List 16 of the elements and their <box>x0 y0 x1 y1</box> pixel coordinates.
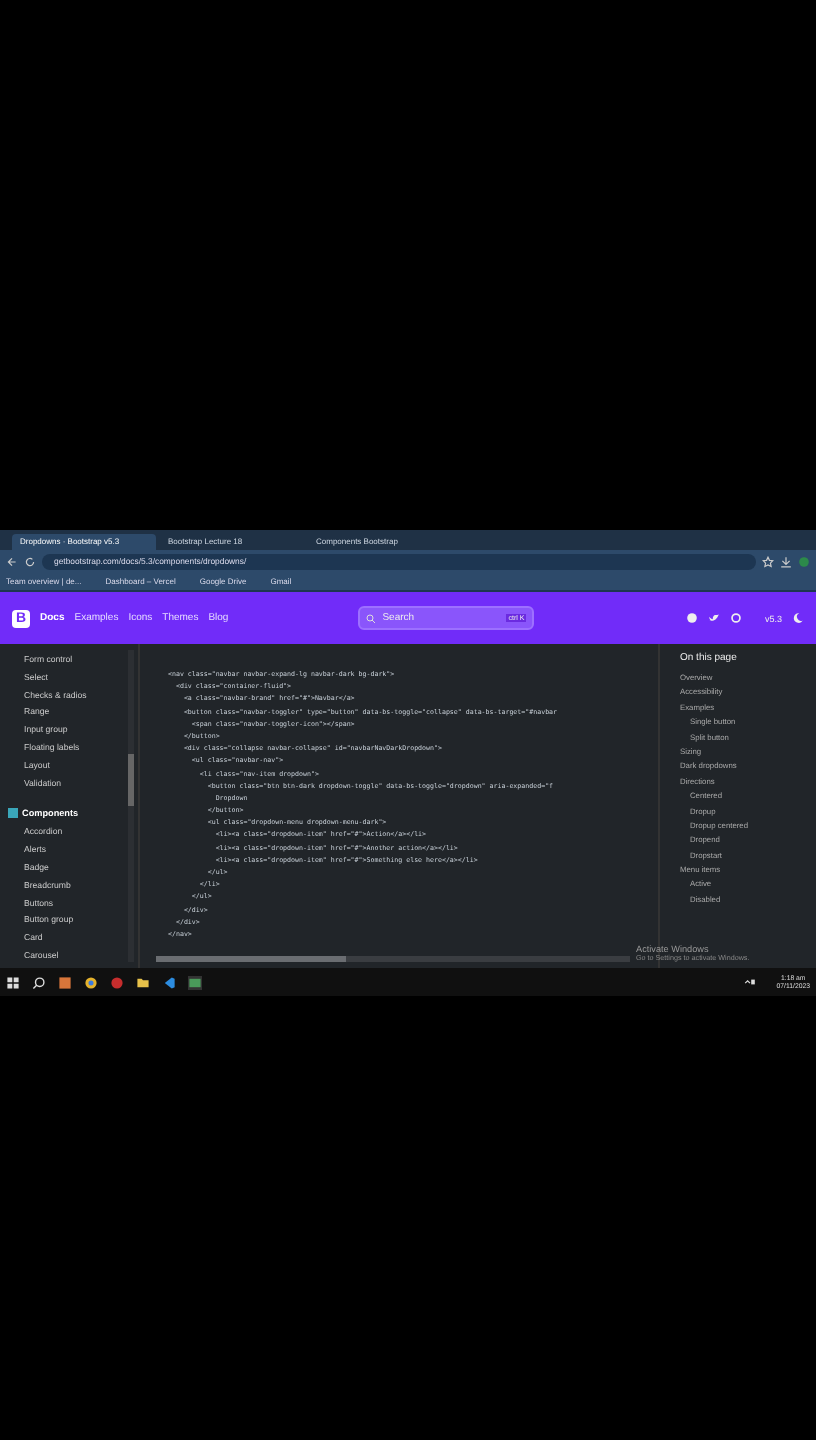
folder-icon[interactable] <box>136 975 150 989</box>
bird-icon[interactable] <box>708 612 721 624</box>
download-icon[interactable] <box>780 555 792 567</box>
reload-icon[interactable] <box>24 555 36 567</box>
circle-icon[interactable] <box>730 612 743 624</box>
app-icon[interactable] <box>188 975 202 989</box>
components-icon <box>8 808 18 819</box>
search-icon <box>366 613 377 623</box>
star-icon[interactable] <box>762 555 774 567</box>
search-icon[interactable] <box>32 975 46 989</box>
app-icon[interactable] <box>110 975 124 989</box>
windows-icon[interactable] <box>6 975 20 989</box>
scrollbar[interactable] <box>156 956 630 962</box>
back-icon[interactable] <box>6 555 18 567</box>
app-icon[interactable] <box>58 975 72 989</box>
moon-icon[interactable] <box>792 612 804 624</box>
